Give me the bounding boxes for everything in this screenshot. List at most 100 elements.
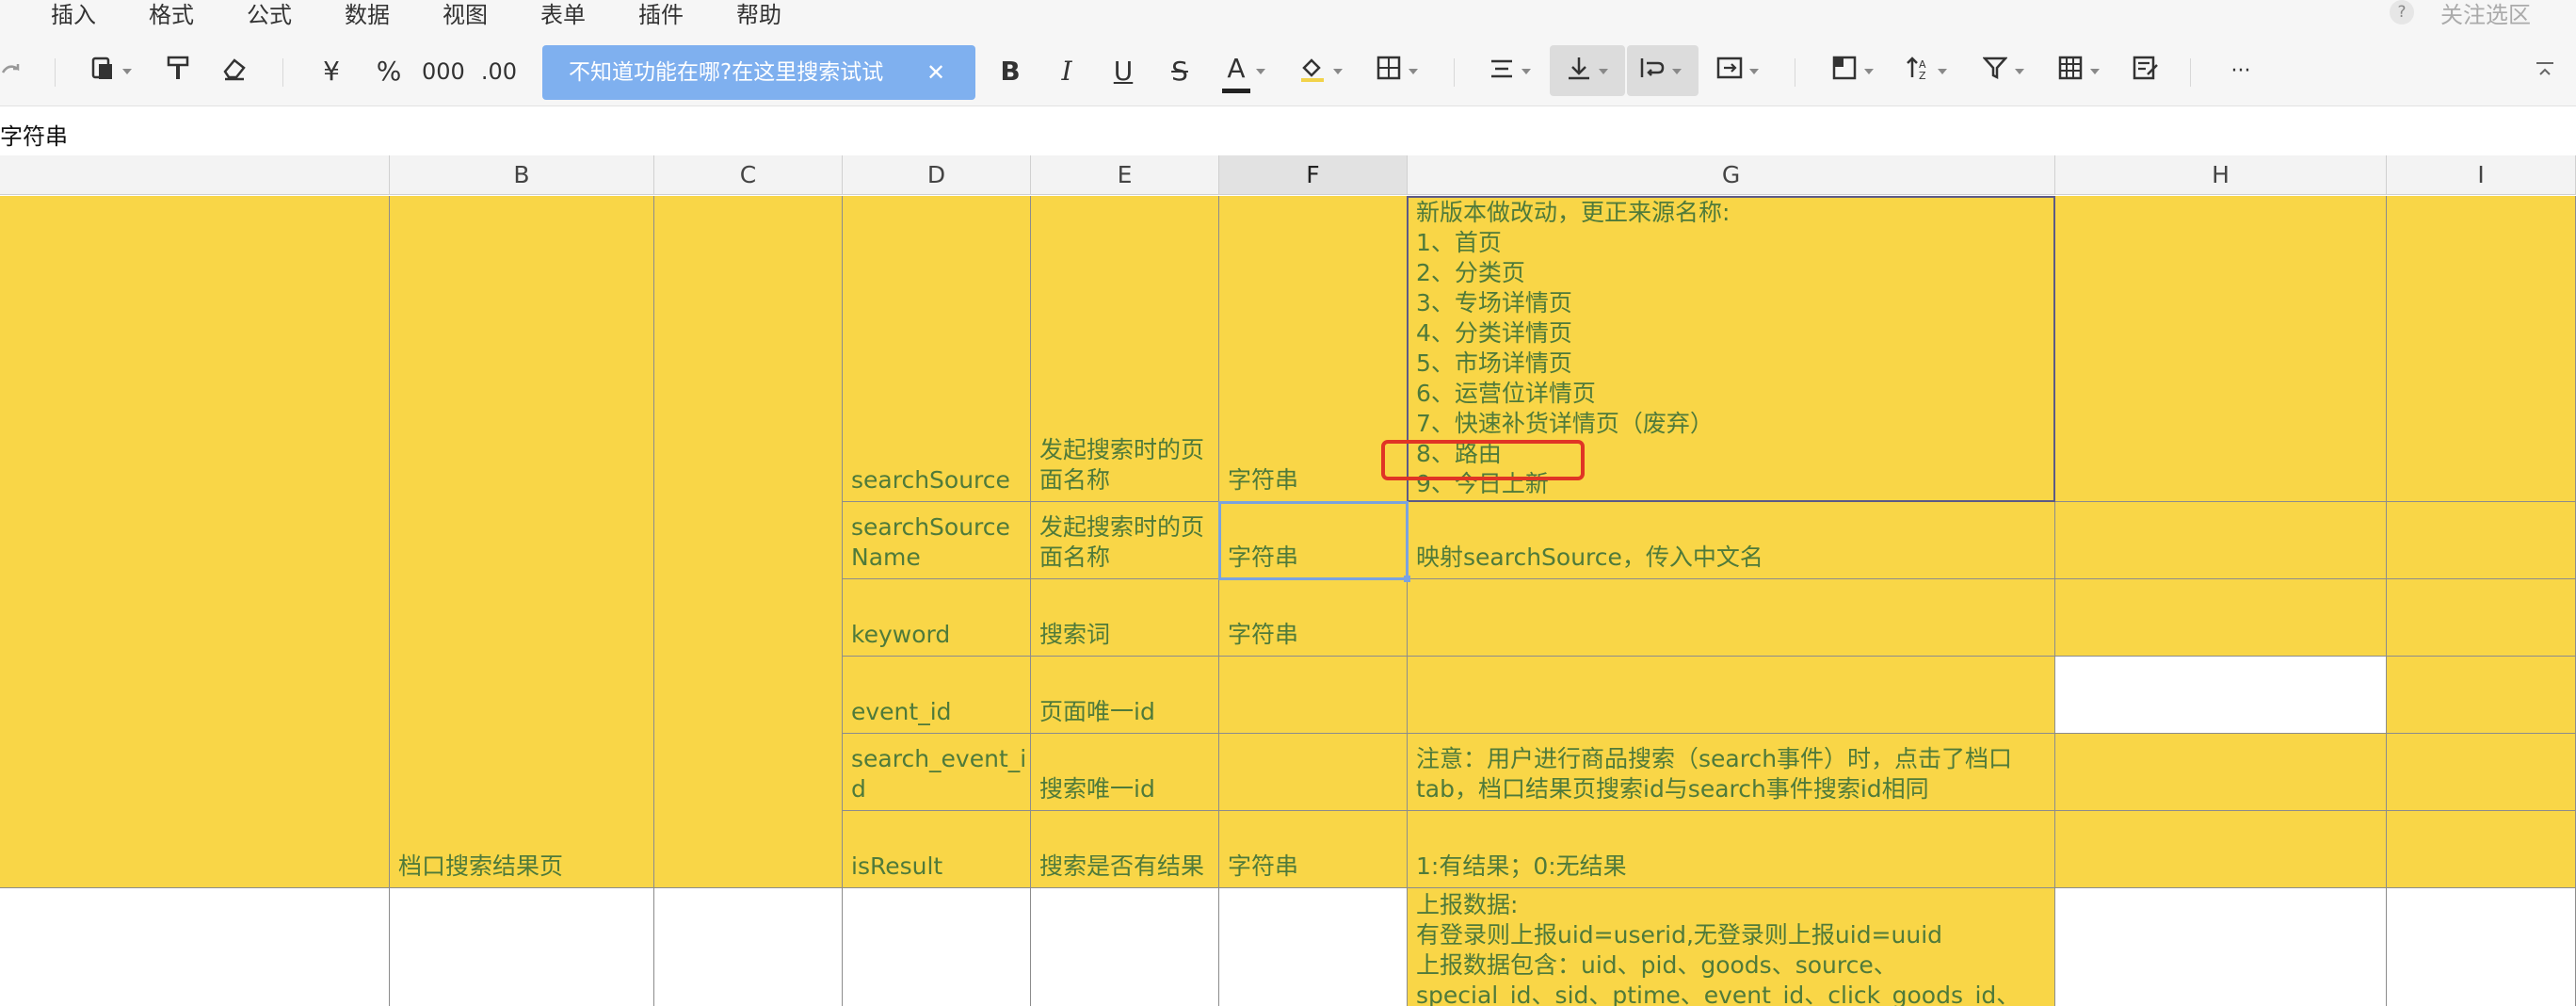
cell-text: 映射searchSource，传入中文名 (1416, 544, 1763, 571)
cell-f2[interactable]: 字符串 (1219, 502, 1408, 579)
font-color-button[interactable]: A (1222, 55, 1265, 93)
more-button[interactable]: ··· (2224, 55, 2258, 89)
paste-icon[interactable] (89, 55, 132, 89)
cell-g1[interactable]: 新版本做改动，更正来源名称: 1、首页 2、分类页 3、专场详情页 4、分类详情… (1408, 196, 2055, 502)
cell-a-merged[interactable] (0, 196, 390, 888)
cell-d7[interactable] (843, 888, 1031, 1006)
cell-e7[interactable] (1031, 888, 1219, 1006)
cell-h5[interactable] (2055, 734, 2387, 811)
percent-format-button[interactable]: % (375, 55, 403, 89)
cell-e5[interactable]: 搜索唯一id (1031, 734, 1219, 811)
cell-g7[interactable]: 上报数据: 有登录则上报uid=userid,无登录则上报uid=uuid 上报… (1408, 888, 2055, 1006)
column-header-e[interactable]: E (1031, 155, 1219, 195)
cell-f4[interactable] (1219, 657, 1408, 734)
cell-a7[interactable] (0, 888, 390, 1006)
underline-button[interactable]: U (1109, 55, 1137, 89)
cell-g3[interactable] (1408, 579, 2055, 657)
column-header-c[interactable]: C (654, 155, 843, 195)
cell-h1[interactable] (2055, 196, 2387, 502)
cell-g4[interactable] (1408, 657, 2055, 734)
menu-insert[interactable]: 插入 (51, 0, 96, 29)
cell-i1[interactable] (2387, 196, 2576, 502)
cell-text: searchSource (851, 466, 1010, 494)
collapse-icon[interactable] (2533, 55, 2557, 89)
menu-form[interactable]: 表单 (540, 0, 586, 29)
cell-f3[interactable]: 字符串 (1219, 579, 1408, 657)
cell-f7[interactable] (1219, 888, 1408, 1006)
close-icon[interactable]: ✕ (926, 45, 945, 100)
column-header-h[interactable]: H (2055, 155, 2387, 195)
bold-button[interactable]: B (996, 55, 1024, 89)
cell-d3[interactable]: keyword (843, 579, 1031, 657)
eraser-icon[interactable] (220, 55, 249, 89)
cell-f1[interactable]: 字符串 (1219, 196, 1408, 502)
table-icon[interactable] (2056, 55, 2100, 89)
cell-i6[interactable] (2387, 811, 2576, 888)
strikethrough-button[interactable]: S (1166, 55, 1194, 89)
cell-h3[interactable] (2055, 579, 2387, 657)
cell-c-merged[interactable] (654, 196, 843, 888)
column-header-a[interactable] (0, 155, 390, 195)
formula-bar-content[interactable]: 字符串 (0, 118, 68, 151)
cell-b-merged[interactable]: 档口搜索结果页 (390, 196, 654, 888)
cell-h2[interactable] (2055, 502, 2387, 579)
search-hint-tooltip[interactable]: 不知道功能在哪?在这里搜索试试 ✕ (542, 45, 975, 100)
cell-e2[interactable]: 发起搜索时的页面名称 (1031, 502, 1219, 579)
cell-i4[interactable] (2387, 657, 2576, 734)
form-icon[interactable] (2132, 55, 2160, 89)
formula-bar[interactable]: 字符串 (0, 106, 2576, 156)
cell-f6[interactable]: 字符串 (1219, 811, 1408, 888)
column-header-g[interactable]: G (1408, 155, 2055, 195)
valign-icon[interactable] (1565, 55, 1608, 89)
redo-icon[interactable] (0, 55, 23, 89)
menu-help[interactable]: 帮助 (736, 0, 781, 29)
filter-icon[interactable] (1981, 55, 2024, 89)
cell-d5[interactable]: search_event_i d (843, 734, 1031, 811)
cell-d1[interactable]: searchSource (843, 196, 1031, 502)
cell-h7[interactable] (2055, 888, 2387, 1006)
cell-g6[interactable]: 1:有结果；0:无结果 (1408, 811, 2055, 888)
focus-selection-button[interactable]: 关注选区 (2440, 0, 2531, 29)
column-header-i[interactable]: I (2387, 155, 2576, 195)
decimal-format-button[interactable]: .00 (480, 55, 518, 89)
menu-format[interactable]: 格式 (149, 0, 194, 29)
cell-i5[interactable] (2387, 734, 2576, 811)
wrap-icon[interactable] (1638, 55, 1682, 89)
cell-e1[interactable]: 发起搜索时的页面名称 (1031, 196, 1219, 502)
cell-e6[interactable]: 搜索是否有结果 (1031, 811, 1219, 888)
cell-e3[interactable]: 搜索词 (1031, 579, 1219, 657)
menu-data[interactable]: 数据 (345, 0, 390, 29)
cell-i3[interactable] (2387, 579, 2576, 657)
column-header-f[interactable]: F (1219, 155, 1408, 195)
cell-i2[interactable] (2387, 502, 2576, 579)
format-painter-icon[interactable] (164, 55, 192, 89)
cell-f5[interactable] (1219, 734, 1408, 811)
cell-h4[interactable] (2055, 657, 2387, 734)
menu-plugin[interactable]: 插件 (638, 0, 684, 29)
border-icon[interactable] (1375, 55, 1418, 89)
cell-e4[interactable]: 页面唯一id (1031, 657, 1219, 734)
help-icon[interactable]: ? (2390, 0, 2414, 24)
menu-view[interactable]: 视图 (443, 0, 488, 29)
cell-g5[interactable]: 注意：用户进行商品搜索（search事件）时，点击了档口tab，档口结果页搜索i… (1408, 734, 2055, 811)
currency-format-button[interactable]: ¥ (320, 55, 343, 89)
cell-c7[interactable] (654, 888, 843, 1006)
align-icon[interactable] (1488, 55, 1531, 89)
sort-icon[interactable]: AZ (1904, 55, 1947, 89)
fill-color-icon[interactable] (1297, 55, 1343, 89)
cell-text: 字符串 (1228, 621, 1299, 648)
cell-d2[interactable]: searchSource Name (843, 502, 1031, 579)
cell-d4[interactable]: event_id (843, 657, 1031, 734)
column-header-d[interactable]: D (843, 155, 1031, 195)
italic-button[interactable]: I (1053, 55, 1081, 89)
menu-formula[interactable]: 公式 (247, 0, 292, 29)
thousands-format-button[interactable]: 000 (422, 55, 465, 89)
cell-i7[interactable] (2387, 888, 2576, 1006)
cell-b7[interactable] (390, 888, 654, 1006)
cell-g2[interactable]: 映射searchSource，传入中文名 (1408, 502, 2055, 579)
cell-d6[interactable]: isResult (843, 811, 1031, 888)
cell-h6[interactable] (2055, 811, 2387, 888)
merge-icon[interactable] (1715, 55, 1759, 89)
column-header-b[interactable]: B (390, 155, 654, 195)
freeze-icon[interactable] (1830, 55, 1874, 89)
